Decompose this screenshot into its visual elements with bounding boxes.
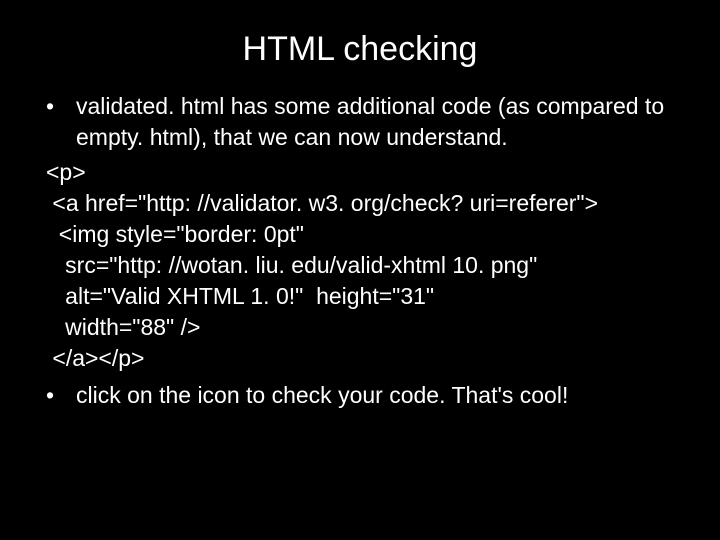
- bullet-marker: •: [40, 380, 76, 411]
- bullet-text: click on the icon to check your code. Th…: [76, 380, 680, 411]
- code-line: width="88" />: [46, 312, 680, 343]
- bullet-item: • click on the icon to check your code. …: [40, 380, 680, 411]
- code-block: <p> <a href="http: //validator. w3. org/…: [40, 157, 680, 374]
- slide-content: • validated. html has some additional co…: [40, 91, 680, 411]
- bullet-marker: •: [40, 91, 76, 153]
- code-line: <a href="http: //validator. w3. org/chec…: [46, 188, 680, 219]
- code-line: <img style="border: 0pt": [46, 219, 680, 250]
- code-line: <p>: [46, 157, 680, 188]
- slide-title: HTML checking: [40, 30, 680, 69]
- code-line: </a></p>: [46, 343, 680, 374]
- code-line: alt="Valid XHTML 1. 0!" height="31": [46, 281, 680, 312]
- bullet-text: validated. html has some additional code…: [76, 91, 680, 153]
- bullet-item: • validated. html has some additional co…: [40, 91, 680, 153]
- code-line: src="http: //wotan. liu. edu/valid-xhtml…: [46, 250, 680, 281]
- slide: HTML checking • validated. html has some…: [0, 0, 720, 540]
